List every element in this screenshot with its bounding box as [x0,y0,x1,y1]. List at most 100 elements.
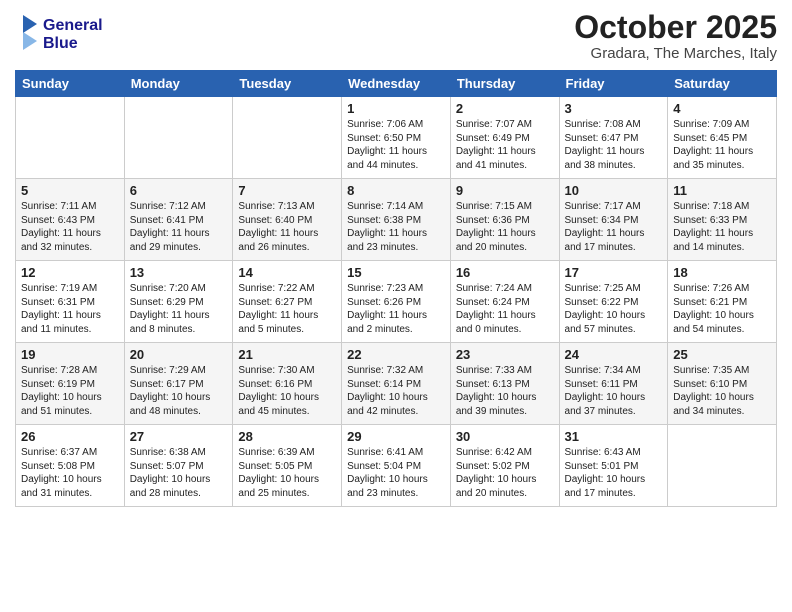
day-number: 26 [21,429,119,444]
calendar-cell: 31Sunrise: 6:43 AMSunset: 5:01 PMDayligh… [559,425,668,507]
weekday-header-saturday: Saturday [668,71,777,97]
calendar-cell [16,97,125,179]
weekday-header-thursday: Thursday [450,71,559,97]
calendar-cell: 4Sunrise: 7:09 AMSunset: 6:45 PMDaylight… [668,97,777,179]
day-number: 21 [238,347,336,362]
calendar-cell: 1 Sunrise: 7:06 AMSunset: 6:50 PMDaylight… [342,97,451,179]
day-number: 8 [347,183,445,198]
calendar-cell: 20Sunrise: 7:29 AMSunset: 6:17 PMDayligh… [124,343,233,425]
svg-text:Blue: Blue [43,35,78,52]
day-number: 29 [347,429,445,444]
day-number: 22 [347,347,445,362]
day-info: Sunrise: 7:07 AMSunset: 6:49 PMDaylight:… [456,118,554,172]
calendar-cell: 16 Sunrise: 7:24 AMSunset: 6:24 PMDayligh… [450,261,559,343]
day-info: Sunrise: 7:34 AMSunset: 6:11 PMDaylight:… [565,364,663,418]
day-info: Sunrise: 7:24 AMSunset: 6:24 PMDaylight:… [456,282,554,336]
week-row-4: 19 Sunrise: 7:28 AMSunset: 6:19 PMDayligh… [16,343,777,425]
day-number: 1 [347,101,445,116]
day-info: Sunrise: 7:25 AMSunset: 6:22 PMDaylight:… [565,282,663,336]
calendar-cell [668,425,777,507]
day-info: Sunrise: 7:09 AMSunset: 6:45 PMDaylight:… [673,118,771,172]
svg-text:General: General [43,17,103,34]
day-number: 18 [673,265,771,280]
calendar-cell: 10 Sunrise: 7:17 AMSunset: 6:34 PMDayligh… [559,179,668,261]
day-info: Sunrise: 7:17 AMSunset: 6:34 PMDaylight:… [565,200,663,254]
day-number: 16 [456,265,554,280]
calendar-cell: 29 Sunrise: 6:41 AMSunset: 5:04 PMDayligh… [342,425,451,507]
day-number: 7 [238,183,336,198]
day-number: 15 [347,265,445,280]
day-number: 5 [21,183,119,198]
day-info: Sunrise: 7:29 AMSunset: 6:17 PMDaylight:… [130,364,228,418]
calendar-cell: 19 Sunrise: 7:28 AMSunset: 6:19 PMDayligh… [16,343,125,425]
calendar-cell: 5 Sunrise: 7:11 AMSunset: 6:43 PMDaylight… [16,179,125,261]
calendar-cell: 27 Sunrise: 6:38 AMSunset: 5:07 PMDayligh… [124,425,233,507]
logo-text-block: General Blue [15,10,125,60]
day-number: 27 [130,429,228,444]
weekday-header-monday: Monday [124,71,233,97]
day-info: Sunrise: 7:30 AMSunset: 6:16 PMDaylight:… [238,364,336,418]
day-number: 11 [673,183,771,198]
calendar-cell: 22Sunrise: 7:32 AMSunset: 6:14 PMDayligh… [342,343,451,425]
calendar-cell: 25Sunrise: 7:35 AMSunset: 6:10 PMDayligh… [668,343,777,425]
day-info: Sunrise: 7:19 AMSunset: 6:31 PMDaylight:… [21,282,119,336]
day-info: Sunrise: 7:20 AMSunset: 6:29 PMDaylight:… [130,282,228,336]
calendar-cell: 23Sunrise: 7:33 AMSunset: 6:13 PMDayligh… [450,343,559,425]
day-number: 10 [565,183,663,198]
day-number: 17 [565,265,663,280]
day-number: 13 [130,265,228,280]
location: Gradara, The Marches, Italy [574,45,777,62]
weekday-header-friday: Friday [559,71,668,97]
day-number: 25 [673,347,771,362]
day-info: Sunrise: 7:26 AMSunset: 6:21 PMDaylight:… [673,282,771,336]
calendar-cell: 8Sunrise: 7:14 AMSunset: 6:38 PMDaylight… [342,179,451,261]
day-number: 19 [21,347,119,362]
day-info: Sunrise: 7:12 AMSunset: 6:41 PMDaylight:… [130,200,228,254]
day-info: Sunrise: 7:06 AMSunset: 6:50 PMDaylight:… [347,118,445,172]
weekday-header-tuesday: Tuesday [233,71,342,97]
day-info: Sunrise: 6:38 AMSunset: 5:07 PMDaylight:… [130,446,228,500]
day-info: Sunrise: 6:42 AMSunset: 5:02 PMDaylight:… [456,446,554,500]
calendar-cell [124,97,233,179]
day-info: Sunrise: 7:13 AMSunset: 6:40 PMDaylight:… [238,200,336,254]
calendar-cell: 12 Sunrise: 7:19 AMSunset: 6:31 PMDayligh… [16,261,125,343]
calendar-cell: 14Sunrise: 7:22 AMSunset: 6:27 PMDayligh… [233,261,342,343]
day-number: 9 [456,183,554,198]
day-number: 12 [21,265,119,280]
day-info: Sunrise: 7:28 AMSunset: 6:19 PMDaylight:… [21,364,119,418]
weekday-header-row: SundayMondayTuesdayWednesdayThursdayFrid… [16,71,777,97]
calendar-table: SundayMondayTuesdayWednesdayThursdayFrid… [15,70,777,507]
calendar-cell: 7 Sunrise: 7:13 AMSunset: 6:40 PMDaylight… [233,179,342,261]
calendar-cell: 6 Sunrise: 7:12 AMSunset: 6:41 PMDaylight… [124,179,233,261]
calendar-cell: 28Sunrise: 6:39 AMSunset: 5:05 PMDayligh… [233,425,342,507]
calendar-cell: 21 Sunrise: 7:30 AMSunset: 6:16 PMDayligh… [233,343,342,425]
logo-svg: General Blue [15,10,125,55]
day-number: 24 [565,347,663,362]
day-number: 30 [456,429,554,444]
calendar-cell [233,97,342,179]
calendar-cell: 13 Sunrise: 7:20 AMSunset: 6:29 PMDayligh… [124,261,233,343]
weekday-header-wednesday: Wednesday [342,71,451,97]
day-number: 6 [130,183,228,198]
day-info: Sunrise: 7:18 AMSunset: 6:33 PMDaylight:… [673,200,771,254]
title-area: October 2025 Gradara, The Marches, Italy [574,10,777,62]
day-info: Sunrise: 7:23 AMSunset: 6:26 PMDaylight:… [347,282,445,336]
week-row-3: 12 Sunrise: 7:19 AMSunset: 6:31 PMDayligh… [16,261,777,343]
calendar-cell: 3 Sunrise: 7:08 AMSunset: 6:47 PMDaylight… [559,97,668,179]
day-number: 14 [238,265,336,280]
page: General Blue October 2025 Gradara, The M… [0,0,792,612]
calendar-cell: 17 Sunrise: 7:25 AMSunset: 6:22 PMDayligh… [559,261,668,343]
day-number: 28 [238,429,336,444]
day-number: 23 [456,347,554,362]
logo: General Blue [15,10,125,60]
day-number: 31 [565,429,663,444]
month-title: October 2025 [574,10,777,45]
weekday-header-sunday: Sunday [16,71,125,97]
day-number: 2 [456,101,554,116]
day-info: Sunrise: 7:11 AMSunset: 6:43 PMDaylight:… [21,200,119,254]
day-number: 3 [565,101,663,116]
calendar-cell: 9Sunrise: 7:15 AMSunset: 6:36 PMDaylight… [450,179,559,261]
day-info: Sunrise: 7:08 AMSunset: 6:47 PMDaylight:… [565,118,663,172]
day-info: Sunrise: 6:37 AMSunset: 5:08 PMDaylight:… [21,446,119,500]
day-info: Sunrise: 6:41 AMSunset: 5:04 PMDaylight:… [347,446,445,500]
